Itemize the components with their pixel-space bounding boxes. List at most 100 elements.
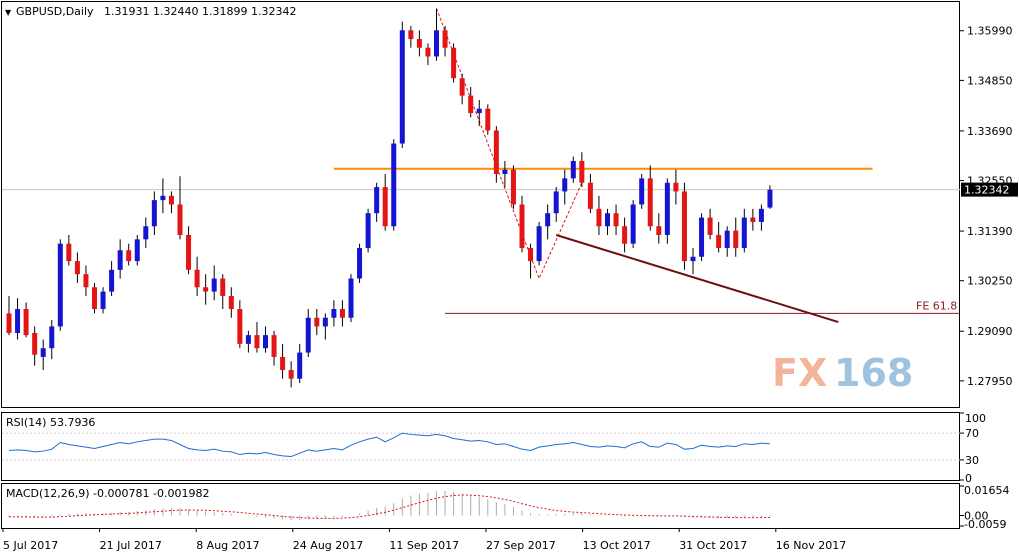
current-price-label: 1.32342 bbox=[964, 184, 1010, 197]
rsi-tick-label: 100 bbox=[965, 412, 986, 425]
candle-body bbox=[382, 187, 388, 227]
candle-body bbox=[245, 335, 251, 344]
candle-body bbox=[493, 130, 499, 175]
candle-body bbox=[451, 47, 457, 79]
rsi-panel-frame bbox=[1, 412, 960, 481]
candle-body bbox=[288, 369, 294, 379]
candle-body bbox=[49, 326, 55, 349]
candle-body bbox=[570, 160, 576, 179]
candle-body bbox=[707, 217, 713, 235]
chart-svg[interactable]: FX 168 1.279501.290901.302501.313901.325… bbox=[0, 0, 1020, 556]
price-tick-label: 1.29090 bbox=[967, 325, 1013, 338]
candle-body bbox=[425, 47, 431, 57]
candle-body bbox=[23, 309, 29, 336]
candle-body bbox=[331, 309, 337, 318]
candle-body bbox=[434, 30, 439, 57]
candle-body bbox=[468, 95, 474, 114]
candle-body bbox=[15, 309, 21, 333]
candle-body bbox=[536, 226, 542, 262]
fibonacci-label: FE 61.8 bbox=[916, 299, 957, 312]
candle-body bbox=[733, 230, 739, 249]
candle-body bbox=[365, 213, 371, 249]
macd-tick-label: -0.0059 bbox=[964, 518, 1006, 531]
candle-body bbox=[605, 213, 610, 227]
price-tick-label: 1.27950 bbox=[967, 375, 1013, 388]
date-tick-label: 16 Nov 2017 bbox=[776, 539, 846, 552]
candle-body bbox=[528, 248, 534, 262]
candle-body bbox=[322, 317, 328, 327]
candle-body bbox=[237, 309, 243, 344]
candle-body bbox=[186, 234, 192, 270]
candle-body bbox=[724, 230, 730, 249]
collapse-arrow-icon[interactable]: ▼ bbox=[5, 8, 12, 17]
symbol-label: GBPUSD,Daily bbox=[16, 5, 94, 18]
candle-body bbox=[32, 332, 38, 355]
candle-body bbox=[280, 356, 286, 370]
candle-body bbox=[83, 274, 89, 288]
watermark-168: 168 bbox=[834, 351, 913, 395]
candle-body bbox=[74, 261, 80, 275]
candle-body bbox=[211, 278, 217, 292]
macd-title: MACD(12,26,9) -0.000781 -0.001982 bbox=[6, 487, 209, 500]
candle-body bbox=[664, 182, 670, 235]
rsi-title: RSI(14) 53.7936 bbox=[6, 416, 95, 429]
candle-body bbox=[519, 204, 525, 249]
candle-body bbox=[339, 309, 345, 318]
candle-body bbox=[271, 335, 277, 357]
candle-body bbox=[767, 189, 773, 208]
candle-body bbox=[254, 335, 260, 349]
date-tick-label: 21 Jul 2017 bbox=[100, 539, 162, 552]
candle-body bbox=[758, 208, 764, 222]
price-tick-label: 1.31390 bbox=[967, 225, 1013, 238]
date-tick-label: 27 Sep 2017 bbox=[486, 539, 556, 552]
candle-body bbox=[220, 278, 226, 296]
candle-body bbox=[587, 182, 593, 209]
candle-body bbox=[100, 291, 106, 310]
candle-body bbox=[40, 348, 46, 357]
ohlc-label: 1.31931 1.32440 1.31899 1.32342 bbox=[104, 5, 296, 18]
candle-body bbox=[656, 226, 662, 235]
candle-body bbox=[630, 204, 636, 244]
candle-body bbox=[673, 182, 679, 192]
candle-body bbox=[622, 226, 628, 244]
candle-body bbox=[750, 217, 756, 222]
watermark-fx: FX bbox=[772, 351, 827, 395]
price-tick-label: 1.35990 bbox=[967, 25, 1013, 38]
candle-body bbox=[305, 317, 311, 353]
candle-body bbox=[510, 169, 516, 205]
price-panel-frame bbox=[1, 1, 960, 408]
price-tick-label: 1.33690 bbox=[967, 125, 1013, 138]
rsi-tick-label: 30 bbox=[965, 454, 979, 467]
candle-body bbox=[160, 195, 166, 201]
candle-body bbox=[716, 234, 722, 249]
candle-body bbox=[613, 213, 619, 227]
candle-body bbox=[647, 178, 653, 227]
candle-body bbox=[502, 169, 508, 175]
candle-body bbox=[314, 317, 320, 327]
candle-body bbox=[562, 178, 568, 192]
candle-body bbox=[690, 256, 696, 262]
macd-axis: 0.016540.00-0.0059 bbox=[960, 484, 1010, 531]
date-tick-label: 11 Sep 2017 bbox=[389, 539, 459, 552]
candle-body bbox=[6, 313, 12, 333]
candle-body bbox=[699, 217, 705, 257]
candle-body bbox=[553, 191, 559, 214]
date-tick-label: 13 Oct 2017 bbox=[583, 539, 651, 552]
candle-body bbox=[117, 250, 123, 270]
candle-body bbox=[476, 108, 482, 114]
candle-body bbox=[134, 239, 140, 262]
date-tick-label: 5 Jul 2017 bbox=[3, 539, 58, 552]
candle-body bbox=[297, 352, 303, 379]
rsi-tick-label: 70 bbox=[965, 427, 979, 440]
candle-body bbox=[143, 226, 149, 240]
price-axis: 1.279501.290901.302501.313901.325501.336… bbox=[960, 25, 1013, 388]
candle-body bbox=[109, 269, 115, 292]
candle-body bbox=[681, 191, 687, 262]
candle-body bbox=[408, 30, 414, 40]
candle-body bbox=[92, 287, 97, 310]
chart-window: FX 168 1.27950 1.29090 1.30250 1.31390 1.325… bbox=[0, 0, 1020, 556]
candle-body bbox=[741, 217, 747, 249]
price-tick-label: 1.30250 bbox=[967, 275, 1013, 288]
date-tick-label: 8 Aug 2017 bbox=[196, 539, 259, 552]
candle-body bbox=[357, 248, 363, 279]
